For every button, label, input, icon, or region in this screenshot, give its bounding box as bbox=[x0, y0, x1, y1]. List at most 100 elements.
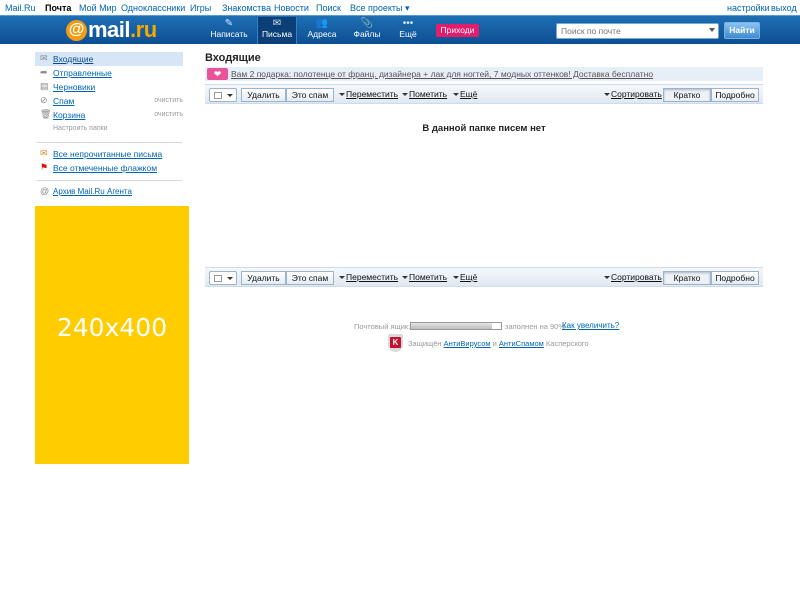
nav-addresses[interactable]: 👥 Адреса bbox=[302, 17, 342, 44]
configure-folders-link[interactable]: Настроить папки bbox=[53, 125, 108, 132]
configure-folders[interactable]: Настроить папки bbox=[35, 123, 183, 137]
kaspersky-k-icon: K bbox=[390, 337, 401, 348]
sidebar-item-unread[interactable]: ✉ Все непрочитанные письма bbox=[35, 147, 183, 161]
envelope-icon: ✉ bbox=[272, 18, 282, 29]
mark-dropdown[interactable]: Пометить bbox=[402, 89, 447, 99]
more-dropdown[interactable]: Ещё bbox=[453, 272, 477, 282]
spam-icon: ⊘ bbox=[40, 95, 48, 105]
nav-compose-label: Написать bbox=[210, 29, 248, 39]
sidebar-item-label: Все непрочитанные письма bbox=[53, 149, 163, 159]
nav-addresses-label: Адреса bbox=[307, 29, 337, 39]
promo-link[interactable]: Вам 2 подарка: полотенце от франц. дизай… bbox=[231, 69, 653, 79]
ad-banner[interactable]: 240x400 bbox=[35, 206, 189, 464]
view-brief-button[interactable]: Кратко bbox=[663, 88, 711, 102]
nav-more-label: Ещё bbox=[399, 29, 417, 39]
chevron-down-icon[interactable] bbox=[709, 28, 715, 32]
clear-trash-link[interactable]: очистить bbox=[154, 111, 183, 118]
topbar-link-pochta[interactable]: Почта bbox=[45, 3, 71, 13]
drafts-icon: ▤ bbox=[40, 81, 49, 91]
sidebar-item-label: Все отмеченные флажком bbox=[53, 163, 158, 173]
topbar-link-moymir[interactable]: Мой Мир bbox=[79, 3, 117, 13]
message-toolbar-top: Удалить Это спам Переместить Пометить Ещ… bbox=[205, 84, 763, 104]
sidebar-divider bbox=[37, 180, 182, 181]
chevron-down-icon: ▾ bbox=[405, 3, 410, 13]
sent-icon: ➦ bbox=[40, 67, 48, 77]
topbar-link-all-projects[interactable]: Все проекты ▾ bbox=[350, 3, 410, 14]
chevron-down-icon bbox=[227, 277, 233, 280]
delete-button[interactable]: Удалить bbox=[241, 271, 286, 285]
logo-word: mail bbox=[88, 17, 131, 42]
agent-icon: @ bbox=[40, 186, 50, 196]
mail-header: @ mail.ru ✎ Написать ✉ Письма 👥 Адреса 📎… bbox=[0, 15, 800, 44]
sidebar-item-label: Черновики bbox=[53, 82, 96, 92]
quota-percent-text: заполнен на 90% bbox=[505, 322, 565, 331]
sidebar-item-label: Отправленные bbox=[53, 68, 112, 78]
heart-icon: ❤ bbox=[207, 68, 228, 80]
topbar-link-odnoklassniki[interactable]: Одноклассники bbox=[121, 3, 185, 13]
quota-label: Почтовый ящик: bbox=[354, 322, 411, 331]
topbar-link-znakomstva[interactable]: Знакомства bbox=[222, 3, 271, 13]
search-input[interactable] bbox=[557, 24, 705, 38]
mailru-logo[interactable]: @ mail.ru bbox=[66, 17, 157, 42]
paperclip-icon: 📎 bbox=[360, 18, 374, 29]
antivirus-link[interactable]: АнтиВирусом bbox=[444, 339, 491, 348]
sidebar-item-drafts[interactable]: ▤ Черновики bbox=[35, 80, 183, 94]
move-dropdown[interactable]: Переместить bbox=[339, 89, 398, 99]
message-toolbar-bottom: Удалить Это спам Переместить Пометить Ещ… bbox=[205, 267, 763, 287]
search-field[interactable] bbox=[556, 23, 719, 39]
topbar-link-novosti[interactable]: Новости bbox=[274, 3, 309, 13]
sidebar-item-label: Спам bbox=[53, 96, 75, 106]
nav-letters-label: Письма bbox=[261, 29, 293, 39]
antispam-link[interactable]: АнтиСпамом bbox=[499, 339, 544, 348]
topbar-link-igry[interactable]: Игры bbox=[190, 3, 211, 13]
nav-letters[interactable]: ✉ Письма bbox=[257, 17, 297, 44]
inbox-icon: ✉ bbox=[40, 53, 48, 63]
mark-dropdown[interactable]: Пометить bbox=[402, 272, 447, 282]
checkbox-icon bbox=[214, 92, 222, 99]
view-detailed-button[interactable]: Подробно bbox=[711, 88, 759, 102]
select-all-checkbox[interactable] bbox=[209, 271, 237, 285]
protection-suffix: Касперского bbox=[545, 339, 589, 348]
quota-progress-fill bbox=[411, 323, 492, 329]
promo-button[interactable]: Приходи bbox=[436, 24, 479, 37]
protection-prefix: Защищён bbox=[408, 339, 442, 348]
sidebar-item-sent[interactable]: ➦ Отправленные bbox=[35, 66, 183, 80]
sidebar-item-inbox[interactable]: ✉ Входящие bbox=[35, 52, 183, 66]
sidebar-item-trash[interactable]: 🗑 Корзина очистить bbox=[35, 108, 183, 122]
sidebar-item-agent-archive[interactable]: @ Архив Mail.Ru Агента bbox=[35, 185, 183, 199]
sidebar-item-flagged[interactable]: ⚑ Все отмеченные флажком bbox=[35, 161, 183, 175]
nav-files[interactable]: 📎 Файлы bbox=[347, 17, 387, 44]
settings-link[interactable]: настройки bbox=[727, 3, 770, 13]
checkbox-icon bbox=[214, 275, 222, 282]
nav-compose[interactable]: ✎ Написать bbox=[209, 17, 249, 44]
kaspersky-shield-icon: K bbox=[388, 334, 403, 352]
search-button[interactable]: Найти bbox=[724, 22, 760, 39]
select-all-checkbox[interactable] bbox=[209, 88, 237, 102]
pencil-icon: ✎ bbox=[224, 18, 234, 29]
topbar-link-mailru[interactable]: Mail.Ru bbox=[5, 3, 36, 13]
increase-quota-link[interactable]: Как увеличить? bbox=[562, 321, 619, 330]
move-dropdown[interactable]: Переместить bbox=[339, 272, 398, 282]
sidebar-item-spam[interactable]: ⊘ Спам очистить bbox=[35, 94, 183, 108]
view-brief-button[interactable]: Кратко bbox=[663, 271, 711, 285]
protection-and: и bbox=[492, 339, 497, 348]
logout-link[interactable]: выход bbox=[771, 3, 797, 13]
sidebar-item-label: Архив Mail.Ru Агента bbox=[53, 187, 132, 196]
promo-banner[interactable]: ❤ Вам 2 подарка: полотенце от франц. диз… bbox=[205, 67, 763, 81]
nav-more[interactable]: ••• Ещё bbox=[388, 17, 428, 44]
contacts-icon: 👥 bbox=[315, 18, 329, 29]
trash-icon: 🗑 bbox=[40, 109, 52, 119]
spam-button[interactable]: Это спам bbox=[286, 271, 334, 285]
sidebar-item-label: Входящие bbox=[53, 54, 94, 64]
sidebar-item-label: Корзина bbox=[53, 110, 86, 120]
delete-button[interactable]: Удалить bbox=[241, 88, 286, 102]
topbar-link-poisk[interactable]: Поиск bbox=[316, 3, 341, 13]
clear-spam-link[interactable]: очистить bbox=[154, 97, 183, 104]
chevron-down-icon bbox=[227, 94, 233, 97]
more-dropdown[interactable]: Ещё bbox=[453, 89, 477, 99]
view-detailed-button[interactable]: Подробно bbox=[711, 271, 759, 285]
unread-icon: ✉ bbox=[40, 148, 48, 158]
sort-dropdown[interactable]: Сортировать bbox=[604, 272, 662, 282]
spam-button[interactable]: Это спам bbox=[286, 88, 334, 102]
sort-dropdown[interactable]: Сортировать bbox=[604, 89, 662, 99]
